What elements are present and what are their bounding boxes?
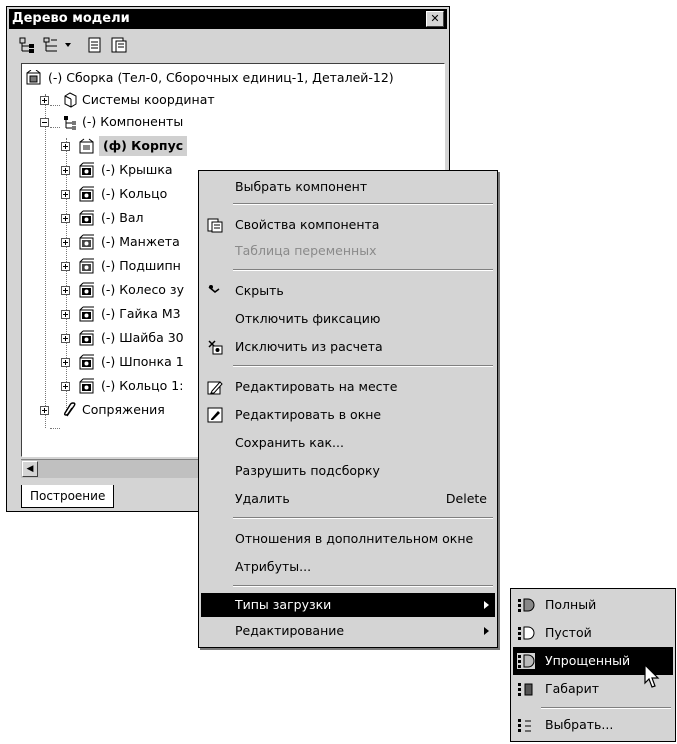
document-icon[interactable] xyxy=(85,35,105,55)
view-mode-dropdown-icon[interactable] xyxy=(41,35,75,55)
tree-item-label: (-) Вал xyxy=(101,210,144,225)
context-menu: Выбрать компонент Свойства компонента Та… xyxy=(198,170,498,648)
part-icon xyxy=(79,162,94,178)
expand-toggle[interactable] xyxy=(61,214,70,223)
collapse-toggle[interactable] xyxy=(40,118,49,127)
tree-structure-icon[interactable] xyxy=(17,35,37,55)
menu-item-attributes[interactable]: Атрибуты... xyxy=(201,555,495,579)
shortcut-label: Delete xyxy=(445,491,487,506)
tree-item-label: Системы координат xyxy=(82,92,215,107)
assembly-icon xyxy=(79,138,94,154)
window-titlebar[interactable]: Дерево модели ✕ xyxy=(9,9,447,29)
menu-item-edit-in-place[interactable]: Редактировать на месте xyxy=(201,375,495,399)
menu-item-save-as[interactable]: Сохранить как... xyxy=(201,431,495,455)
expand-toggle[interactable] xyxy=(61,238,70,247)
part-icon xyxy=(79,330,94,346)
tree-item-label: (-) Подшипн xyxy=(101,258,181,273)
simplified-load-icon xyxy=(517,653,535,669)
menu-item-component-properties[interactable]: Свойства компонента xyxy=(201,213,495,237)
menu-item-relations-window[interactable]: Отношения в дополнительном окне xyxy=(201,527,495,551)
close-button[interactable]: ✕ xyxy=(426,11,444,27)
horizontal-scrollbar[interactable]: ◀ xyxy=(21,459,205,478)
choose-icon xyxy=(518,719,531,732)
menu-item-edit-in-window[interactable]: Редактировать в окне xyxy=(201,403,495,427)
bounding-box-icon xyxy=(518,683,533,696)
tab-construction[interactable]: Построение xyxy=(21,485,115,508)
submenu-arrow-icon xyxy=(484,601,489,609)
part-icon xyxy=(79,282,94,298)
properties-icon[interactable] xyxy=(109,35,129,55)
properties-icon xyxy=(207,218,223,233)
hide-icon xyxy=(208,285,220,293)
full-load-icon xyxy=(518,598,535,612)
expand-toggle[interactable] xyxy=(61,310,70,319)
menu-item-load-types[interactable]: Типы загрузки xyxy=(201,593,495,617)
edit-in-window-icon xyxy=(207,407,223,423)
tree-toolbar xyxy=(9,31,447,59)
menu-item-variables-table: Таблица переменных xyxy=(235,243,377,258)
part-icon xyxy=(79,234,94,250)
expand-toggle[interactable] xyxy=(61,358,70,367)
tree-item-label: Сопряжения xyxy=(82,402,165,417)
menu-item-break-selection[interactable]: Разрушить подсборку xyxy=(201,459,495,483)
expand-toggle[interactable] xyxy=(61,142,70,151)
expand-toggle[interactable] xyxy=(40,406,49,415)
expand-toggle[interactable] xyxy=(61,166,70,175)
tree-item-label: (ф) Корпус xyxy=(99,136,188,156)
tree-item-label: (-) Шайба 30 xyxy=(101,330,184,345)
edit-in-place-icon xyxy=(207,381,223,395)
menu-item-hide[interactable]: Скрыть xyxy=(201,279,495,303)
paperclip-icon xyxy=(63,402,76,417)
expand-toggle[interactable] xyxy=(40,96,49,105)
tree-item-label: (-) Шпонка 1 xyxy=(101,354,184,369)
tree-item-label: (-) Гайка М3 xyxy=(101,306,181,321)
part-icon xyxy=(79,378,94,394)
submenu-item-choose[interactable]: Выбрать... xyxy=(513,711,673,739)
tree-item-label: (-) Кольцо xyxy=(101,186,168,201)
submenu-arrow-icon xyxy=(484,627,489,635)
expand-toggle[interactable] xyxy=(61,334,70,343)
part-icon xyxy=(79,354,94,370)
coordinate-system-icon xyxy=(64,92,77,108)
scroll-left-icon[interactable]: ◀ xyxy=(22,461,38,477)
expand-toggle[interactable] xyxy=(61,286,70,295)
expand-toggle[interactable] xyxy=(61,382,70,391)
exclude-icon xyxy=(208,340,223,355)
part-icon xyxy=(79,258,94,274)
empty-load-icon xyxy=(518,626,535,640)
tree-item-label: (-) Колесо зу xyxy=(101,282,184,297)
components-icon xyxy=(64,116,76,130)
submenu-item-full[interactable]: Полный xyxy=(513,591,673,619)
menu-item-exclude-from-calc[interactable]: Исключить из расчета xyxy=(201,335,495,359)
assembly-icon xyxy=(26,70,41,85)
tree-item-label: (-) Манжета xyxy=(101,234,180,249)
part-icon xyxy=(79,306,94,322)
menu-item-unfix[interactable]: Отключить фиксацию xyxy=(201,307,495,331)
tree-item-label: (-) Кольцо 1: xyxy=(101,378,184,393)
window-title: Дерево модели xyxy=(12,11,130,26)
expand-toggle[interactable] xyxy=(61,190,70,199)
tree-item-label: (-) Компоненты xyxy=(82,114,184,129)
part-icon xyxy=(79,210,94,226)
mouse-cursor-icon xyxy=(644,664,660,688)
part-icon xyxy=(79,186,94,202)
menu-item-editing[interactable]: Редактирование xyxy=(201,619,495,643)
menu-item-select-component[interactable]: Выбрать компонент xyxy=(201,175,495,199)
tree-item-label: (-) Крышка xyxy=(101,162,173,177)
tree-root-label: (-) Сборка (Тел-0, Сборочных единиц-1, Д… xyxy=(48,70,394,85)
expand-toggle[interactable] xyxy=(61,262,70,271)
submenu-item-empty[interactable]: Пустой xyxy=(513,619,673,647)
menu-item-delete[interactable]: Удалить Delete xyxy=(201,487,495,511)
